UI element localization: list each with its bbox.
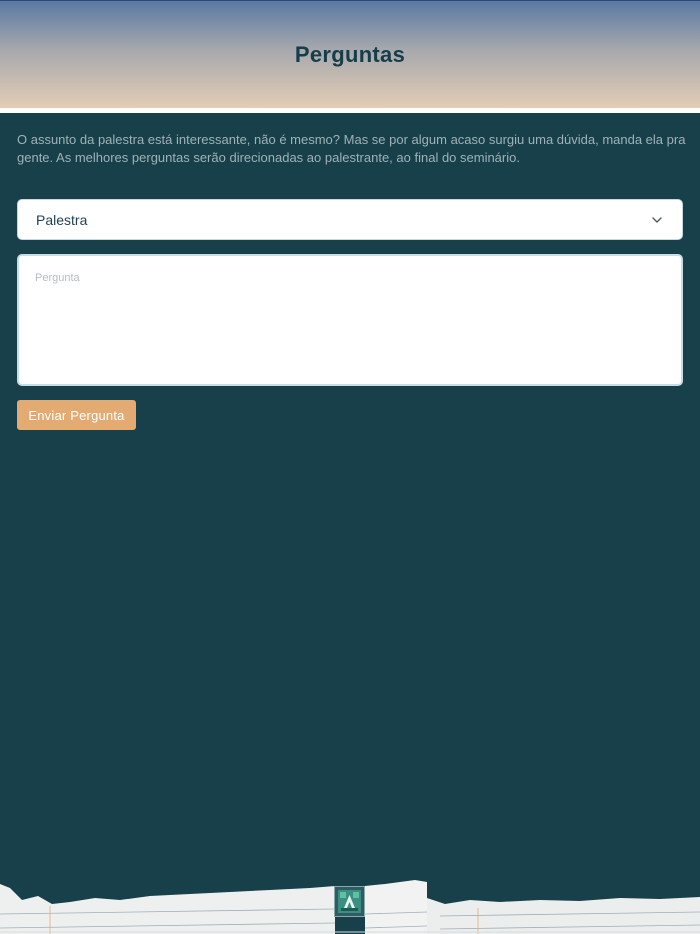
chevron-down-icon (650, 213, 664, 227)
question-placeholder: Pergunta (35, 272, 80, 284)
intro-text: O assunto da palestra está interessante,… (17, 132, 686, 165)
page-title: Perguntas (294, 41, 406, 67)
header-divider (0, 108, 700, 113)
app-logo-icon (334, 886, 365, 917)
palestra-select[interactable]: Palestra (17, 199, 683, 240)
select-value: Palestra (36, 211, 88, 228)
question-textarea[interactable]: Pergunta (17, 254, 683, 386)
send-question-button[interactable]: Enviar Pergunta (17, 400, 136, 430)
page-header: Perguntas (0, 0, 700, 108)
